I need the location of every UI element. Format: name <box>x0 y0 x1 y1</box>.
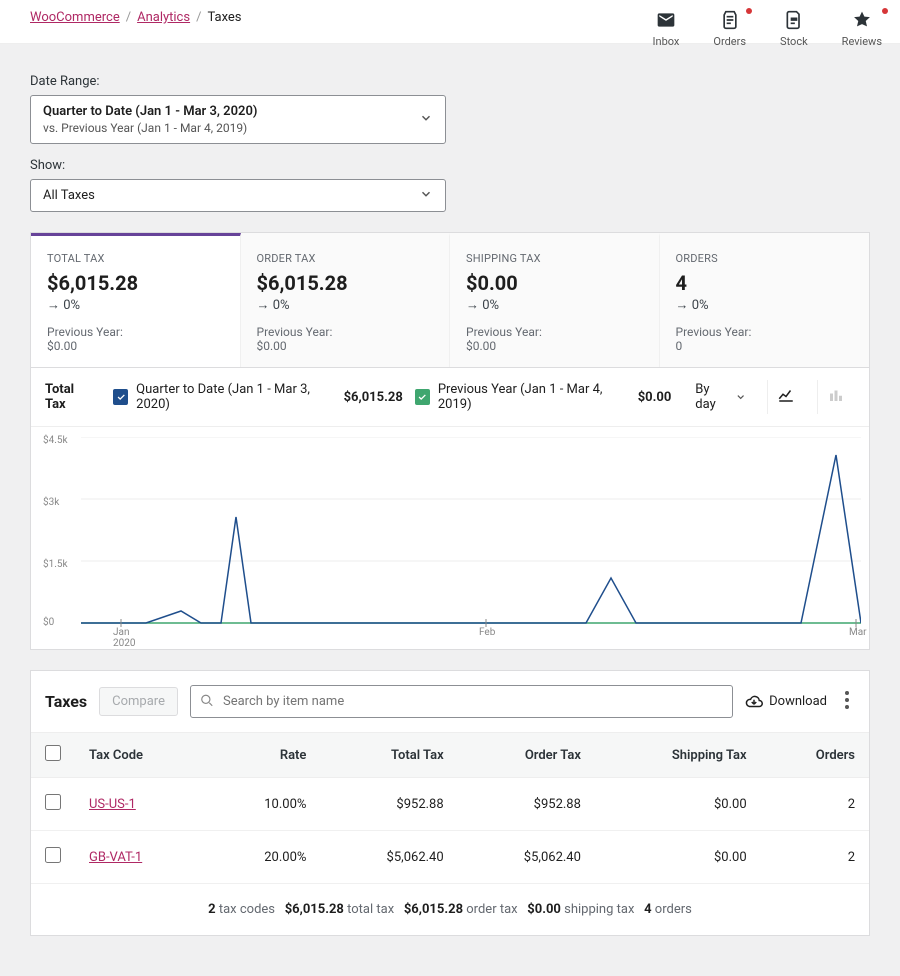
table-summary: 2 tax codes $6,015.28 total tax $6,015.2… <box>31 884 869 935</box>
badge-dot <box>746 8 752 14</box>
download-icon <box>745 693 763 711</box>
taxes-table-card: Taxes Compare Download Tax Code Rate Tot… <box>30 670 870 936</box>
col-shipping-tax[interactable]: Shipping Tax <box>595 733 761 778</box>
stat-order-tax[interactable]: ORDER TAX $6,015.28 → 0% Previous Year:$… <box>241 233 451 367</box>
breadcrumb-link-woocommerce[interactable]: WooCommerce <box>30 10 120 25</box>
stat-orders[interactable]: ORDERS 4 → 0% Previous Year:0 <box>660 233 870 367</box>
tax-code-link[interactable]: GB-VAT-1 <box>89 850 142 865</box>
col-orders[interactable]: Orders <box>761 733 869 778</box>
nav-reviews[interactable]: Reviews <box>842 10 882 48</box>
row-checkbox[interactable] <box>45 794 61 810</box>
orders-icon <box>720 10 740 33</box>
nav-stock[interactable]: Stock <box>780 10 808 48</box>
tax-code-link[interactable]: US-US-1 <box>89 797 136 812</box>
legend-previous[interactable]: Previous Year (Jan 1 - Mar 4, 2019) $0.0… <box>415 382 672 412</box>
inbox-icon <box>656 10 676 33</box>
show-label: Show: <box>30 158 870 173</box>
chart-title: Total Tax <box>45 382 95 412</box>
breadcrumb-link-analytics[interactable]: Analytics <box>137 10 190 25</box>
col-order-tax[interactable]: Order Tax <box>458 733 595 778</box>
top-header: WooCommerce / Analytics / Taxes Inbox Or… <box>0 0 900 44</box>
search-input[interactable] <box>190 685 733 718</box>
chevron-down-icon <box>735 391 746 403</box>
interval-select[interactable]: By day <box>695 382 754 412</box>
reviews-icon <box>852 10 872 33</box>
stock-icon <box>784 10 804 33</box>
chevron-down-icon <box>419 111 433 129</box>
stat-shipping-tax[interactable]: SHIPPING TAX $0.00 → 0% Previous Year:$0… <box>450 233 660 367</box>
search-icon <box>200 692 214 711</box>
breadcrumb-current: Taxes <box>207 10 241 25</box>
chart-toolbar: Total Tax Quarter to Date (Jan 1 - Mar 3… <box>31 368 869 427</box>
more-menu[interactable] <box>839 691 855 713</box>
show-select[interactable]: All Taxes <box>30 179 446 212</box>
table-title: Taxes <box>45 692 87 711</box>
col-total-tax[interactable]: Total Tax <box>320 733 457 778</box>
taxes-table: Tax Code Rate Total Tax Order Tax Shippi… <box>31 732 869 884</box>
stat-tabs: TOTAL TAX $6,015.28 → 0% Previous Year:$… <box>30 232 870 368</box>
bar-chart-icon <box>827 386 845 404</box>
col-rate[interactable]: Rate <box>207 733 320 778</box>
col-tax-code[interactable]: Tax Code <box>75 733 207 778</box>
chart-card: Total Tax Quarter to Date (Jan 1 - Mar 3… <box>30 368 870 650</box>
chevron-down-icon <box>419 187 433 205</box>
stat-total-tax[interactable]: TOTAL TAX $6,015.28 → 0% Previous Year:$… <box>31 233 241 367</box>
breadcrumb: WooCommerce / Analytics / Taxes <box>30 10 242 25</box>
date-range-select[interactable]: Quarter to Date (Jan 1 - Mar 3, 2020) vs… <box>30 95 446 144</box>
nav-inbox[interactable]: Inbox <box>653 10 680 48</box>
compare-button[interactable]: Compare <box>99 687 178 716</box>
table-row: GB-VAT-1 20.00% $5,062.40 $5,062.40 $0.0… <box>31 831 869 884</box>
chart-svg <box>81 437 861 632</box>
badge-dot <box>882 8 888 14</box>
checkbox-checked-icon <box>113 389 128 405</box>
select-all-checkbox[interactable] <box>45 745 61 761</box>
checkbox-checked-icon <box>415 389 430 405</box>
nav-orders[interactable]: Orders <box>713 10 746 48</box>
date-range-label: Date Range: <box>30 74 870 89</box>
line-chart-icon <box>777 386 795 404</box>
download-button[interactable]: Download <box>745 693 827 711</box>
bar-chart-toggle[interactable] <box>817 380 855 414</box>
row-checkbox[interactable] <box>45 847 61 863</box>
chart-area: $4.5k $3k $1.5k $0 Jan2020 Feb Mar <box>31 427 869 649</box>
legend-current[interactable]: Quarter to Date (Jan 1 - Mar 3, 2020) $6… <box>113 382 403 412</box>
line-chart-toggle[interactable] <box>767 380 805 414</box>
ellipsis-icon <box>845 691 849 709</box>
table-row: US-US-1 10.00% $952.88 $952.88 $0.00 2 <box>31 778 869 831</box>
